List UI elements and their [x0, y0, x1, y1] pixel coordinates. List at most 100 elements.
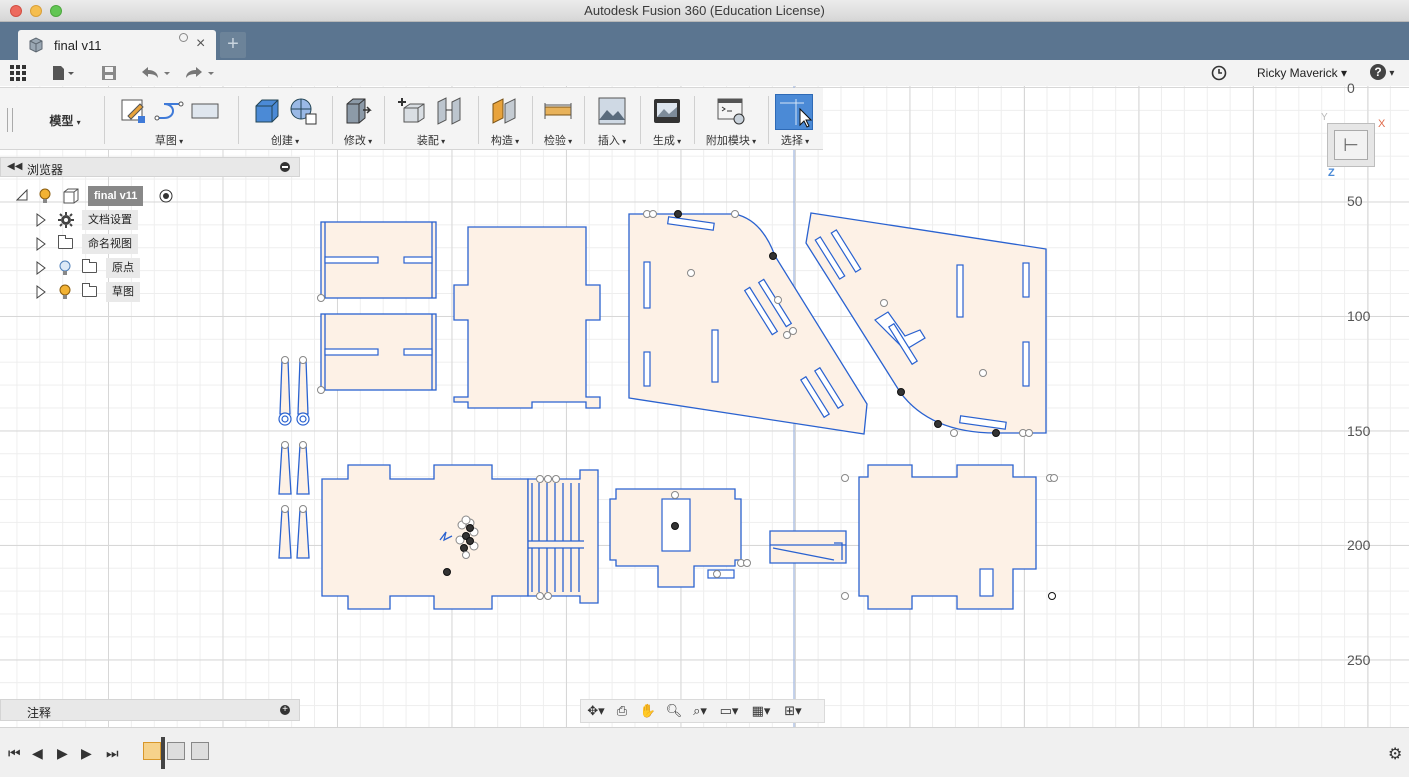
- timeline-sketch-feature-icon[interactable]: [167, 742, 185, 760]
- timeline-go-start-icon[interactable]: ⏮: [8, 745, 21, 762]
- job-status-clock-icon[interactable]: [1211, 64, 1227, 82]
- ruler-tick: 200: [1347, 537, 1371, 553]
- ribbon-group-construct[interactable]: 构造: [480, 94, 530, 150]
- ribbon-group-make[interactable]: 生成: [642, 94, 692, 150]
- sketch-profile-side-panel[interactable]: [453, 226, 601, 409]
- user-account-menu[interactable]: Ricky Maverick ▾: [1257, 66, 1347, 80]
- viewcube[interactable]: ⊢: [1327, 123, 1375, 167]
- new-tab-button[interactable]: +: [220, 32, 246, 58]
- component-cube-icon: [29, 37, 43, 53]
- viewcube-face[interactable]: ⊢: [1334, 130, 1368, 160]
- timeline-step-back-icon[interactable]: ◀: [32, 745, 43, 762]
- comments-panel-header[interactable]: 注释 +: [0, 699, 300, 721]
- render-3d-print-icon[interactable]: [652, 96, 682, 126]
- panel-minimize-icon[interactable]: [280, 162, 290, 172]
- extrude-box-icon[interactable]: [252, 96, 282, 126]
- help-menu[interactable]: ? ▾: [1370, 64, 1394, 80]
- timeline-settings-gear-icon[interactable]: ⚙: [1388, 744, 1402, 764]
- file-menu-icon[interactable]: [52, 64, 76, 82]
- tree-item-label: 文档设置: [82, 210, 138, 230]
- save-icon[interactable]: [101, 64, 117, 82]
- expanded-triangle-icon[interactable]: [16, 189, 28, 201]
- undo-icon[interactable]: [140, 64, 172, 82]
- data-panel-grid-icon[interactable]: [10, 64, 26, 82]
- scripts-addins-icon[interactable]: [716, 96, 746, 126]
- timeline-play-icon[interactable]: ▶: [57, 745, 68, 762]
- window-maximize-button[interactable]: [50, 5, 62, 17]
- ribbon-grip-handle[interactable]: [7, 108, 13, 132]
- ruler-tick: 100: [1347, 308, 1371, 324]
- visibility-bulb-off-icon[interactable]: [58, 260, 72, 276]
- measure-icon[interactable]: [543, 96, 573, 126]
- fit-zoom-icon[interactable]: ⌕▾: [689, 702, 711, 720]
- sketch-profile-right-plate[interactable]: [841, 464, 1058, 610]
- visibility-bulb-icon[interactable]: [38, 188, 52, 204]
- viewports-icon[interactable]: ⊞▾: [779, 702, 807, 720]
- pan-hand-icon[interactable]: ✋: [637, 702, 659, 720]
- sketch-profile-plate-b[interactable]: [317, 313, 437, 394]
- timeline-marker[interactable]: [161, 737, 165, 769]
- ribbon-group-addins[interactable]: 附加模块: [696, 94, 766, 150]
- press-pull-icon[interactable]: [343, 96, 373, 126]
- redo-icon[interactable]: [184, 64, 216, 82]
- workspace-switcher[interactable]: 模型 ▾: [30, 112, 100, 129]
- browser-panel-header[interactable]: ◀◀ 浏览器: [0, 157, 300, 177]
- look-at-icon[interactable]: ⎙: [611, 702, 633, 720]
- window-minimize-button[interactable]: [30, 5, 42, 17]
- new-component-icon[interactable]: [398, 96, 428, 126]
- sketch-profile-base-plate[interactable]: [321, 464, 599, 610]
- create-sketch-icon[interactable]: [118, 96, 148, 126]
- sketch-drawing[interactable]: .pf { fill: #fdf1e6; stroke: #2a62d0; st…: [0, 86, 1409, 727]
- select-tool-button[interactable]: [775, 94, 813, 130]
- ribbon-group-insert[interactable]: 插入: [586, 94, 638, 150]
- visibility-bulb-icon[interactable]: [58, 284, 72, 300]
- sketch-rectangle-icon[interactable]: [190, 96, 220, 126]
- collapse-panel-icon[interactable]: ◀◀: [7, 161, 22, 172]
- tree-item-named-views[interactable]: 命名视图: [36, 234, 146, 254]
- tree-item-origin[interactable]: 原点: [36, 258, 146, 278]
- ribbon-group-label: 创建: [240, 132, 330, 148]
- tree-item-sketches[interactable]: 草图: [36, 282, 146, 302]
- ribbon-group-select[interactable]: 选择: [775, 94, 815, 150]
- timeline-go-end-icon[interactable]: ⏭: [106, 745, 119, 762]
- timeline-step-forward-icon[interactable]: ▶: [81, 745, 92, 762]
- tree-root-node[interactable]: final v11: [16, 186, 186, 206]
- viewcube-x-label: X: [1378, 118, 1386, 130]
- ribbon-group-inspect[interactable]: 检验: [534, 94, 582, 150]
- sketch-arc-icon[interactable]: [154, 96, 184, 126]
- ribbon-group-assemble[interactable]: 装配: [386, 94, 476, 150]
- ribbon-group-modify[interactable]: 修改: [334, 94, 382, 150]
- insert-image-icon[interactable]: [597, 96, 627, 126]
- expand-triangle-icon[interactable]: [36, 261, 46, 275]
- expand-triangle-icon[interactable]: [36, 285, 46, 299]
- grid-settings-icon[interactable]: ▦▾: [747, 702, 775, 720]
- sketch-profile-link-arms[interactable]: [278, 356, 310, 559]
- joint-icon[interactable]: [434, 96, 464, 126]
- orbit-icon[interactable]: ✥▾: [585, 702, 607, 720]
- ribbon-group-sketch[interactable]: 草图: [104, 94, 234, 150]
- ribbon-group-create[interactable]: 创建: [240, 94, 330, 150]
- offset-plane-icon[interactable]: [490, 96, 520, 126]
- expand-triangle-icon[interactable]: [36, 213, 46, 227]
- tab-close-button[interactable]: ×: [196, 35, 205, 53]
- design-canvas[interactable]: .pf { fill: #fdf1e6; stroke: #2a62d0; st…: [0, 86, 1409, 727]
- ribbon-group-label: 装配: [386, 132, 476, 148]
- pattern-sphere-icon[interactable]: [288, 96, 318, 126]
- sketch-profile-plate-a[interactable]: [317, 221, 437, 302]
- expand-triangle-icon[interactable]: [36, 237, 46, 251]
- document-tab[interactable]: final v11 ×: [18, 30, 216, 60]
- activate-radio-icon[interactable]: [159, 189, 173, 203]
- navigation-bar: ✥▾ ⎙ ✋ 🔍︎ ⌕▾ ▭▾ ▦▾ ⊞▾: [580, 699, 825, 723]
- window-close-button[interactable]: [10, 5, 22, 17]
- timeline-sketch-feature-icon[interactable]: [191, 742, 209, 760]
- ribbon-group-label: 生成: [642, 132, 692, 148]
- add-comment-icon[interactable]: +: [280, 705, 290, 715]
- browser-title: 浏览器: [27, 163, 64, 177]
- zoom-icon[interactable]: 🔍︎: [663, 702, 685, 720]
- tree-item-document-settings[interactable]: 文档设置: [36, 210, 146, 230]
- ruler-tick: 150: [1347, 423, 1371, 439]
- sketch-profile-bracket[interactable]: [769, 530, 847, 564]
- sketch-profile-mounting-plate[interactable]: [609, 488, 751, 588]
- timeline-sketch-feature-icon[interactable]: [143, 742, 161, 760]
- display-settings-icon[interactable]: ▭▾: [715, 702, 743, 720]
